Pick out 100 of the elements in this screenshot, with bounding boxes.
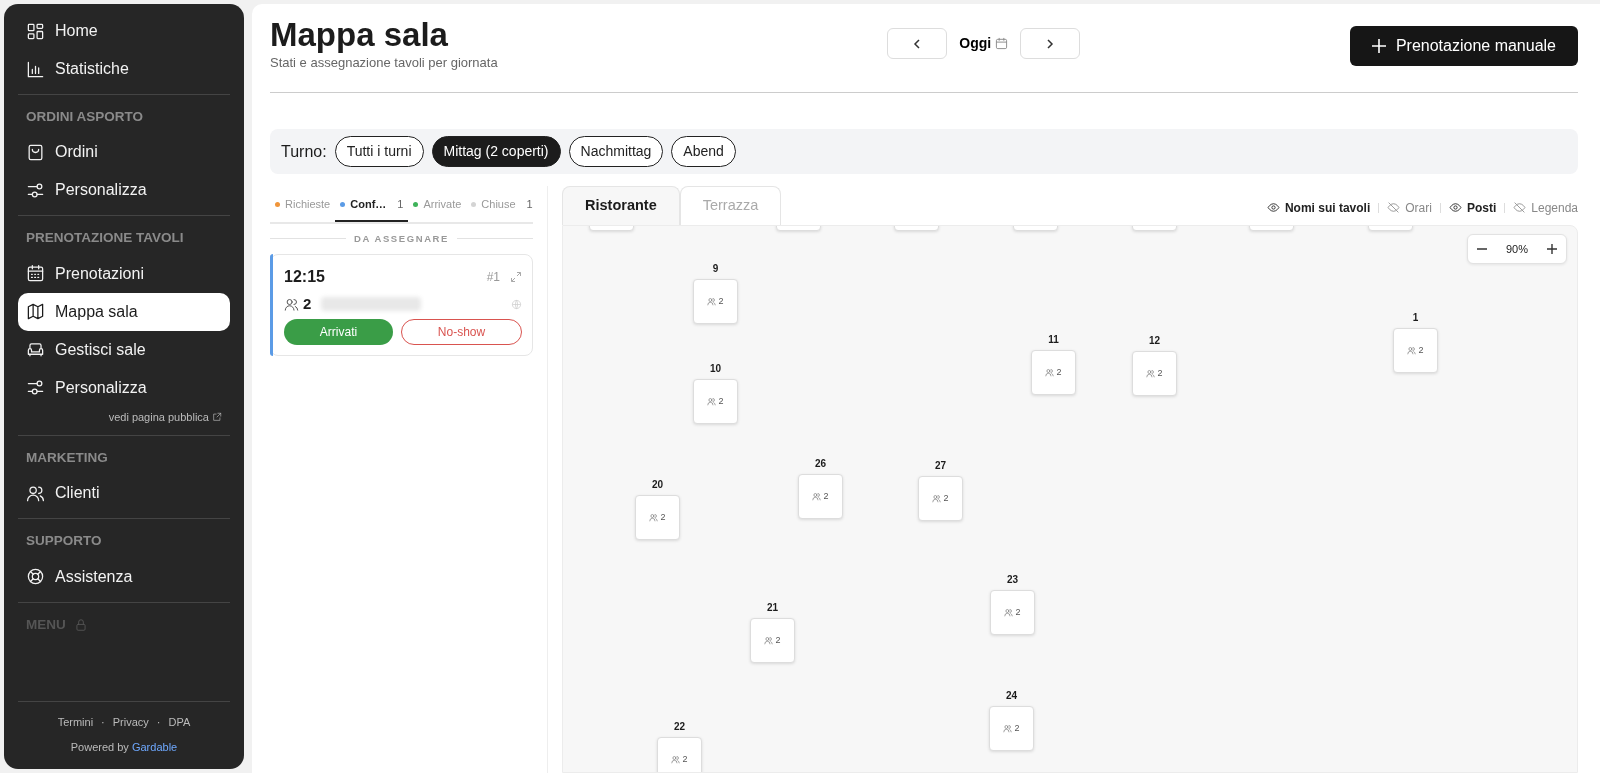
- seat-count: 2: [1157, 366, 1163, 380]
- seat-count: 2: [1418, 343, 1424, 357]
- table-number: 27: [933, 458, 948, 473]
- users-icon: [812, 491, 822, 501]
- seat-count: 2: [1056, 365, 1062, 379]
- sidebar-item[interactable]: Ordini: [18, 133, 230, 172]
- seat-count: 2: [682, 752, 688, 766]
- eye-slash-icon: [1513, 201, 1527, 215]
- users-icon: [707, 296, 717, 306]
- status-label: Chiuse: [481, 197, 516, 213]
- separator-dot: ·: [156, 716, 161, 728]
- table-number: 12: [1147, 333, 1162, 348]
- page-title: Mappa sala: [270, 18, 449, 53]
- seat-count: 2: [660, 510, 666, 524]
- table-number: 11: [1047, 332, 1060, 347]
- booking-number: #1: [486, 268, 500, 286]
- table-tile[interactable]: 2: [693, 378, 738, 424]
- view-toggle[interactable]: Nomi sui tavoli: [1266, 198, 1371, 217]
- section-title: PRENOTAZIONE TAVOLI: [26, 229, 184, 248]
- users-icon: [1407, 345, 1417, 355]
- sidebar-item[interactable]: Personalizza: [18, 368, 230, 407]
- sidebar-item[interactable]: Clienti: [18, 474, 230, 513]
- view-toggle[interactable]: Legenda: [1513, 198, 1578, 217]
- status-label: Conf…: [350, 197, 387, 213]
- view-toggle[interactable]: Posti: [1448, 198, 1497, 217]
- footer-link[interactable]: Privacy: [112, 716, 149, 728]
- table-tile[interactable]: 2: [750, 617, 795, 663]
- sidebar-item[interactable]: Assistenza: [18, 557, 230, 596]
- table-tile[interactable]: 2: [1132, 350, 1177, 396]
- external-link-icon: [212, 411, 222, 422]
- users-icon: [284, 296, 299, 312]
- section-title: SUPPORTO: [26, 532, 102, 551]
- footer-link[interactable]: DPA: [168, 716, 191, 728]
- sidebar-item[interactable]: Statistiche: [18, 50, 230, 88]
- shift-label: Turno:: [281, 141, 327, 162]
- seat-count: 2: [943, 491, 949, 505]
- table-number: 20: [650, 477, 665, 492]
- expand-icon: [510, 270, 522, 283]
- shopping-bag-icon: [26, 142, 45, 162]
- table-number: 10: [708, 361, 723, 376]
- brand-link[interactable]: Gardable: [131, 740, 178, 753]
- booking-time: 12:15: [284, 266, 325, 287]
- table-number: 9: [711, 261, 720, 276]
- table-tile[interactable]: 2: [989, 705, 1034, 751]
- eye-icon: [1448, 201, 1462, 215]
- sidebar-item[interactable]: Gestisci sale: [18, 330, 230, 369]
- seat-count: 2: [823, 489, 829, 503]
- shift-chip[interactable]: Mittag (2 coperti): [431, 136, 561, 168]
- public-page-link[interactable]: vedi pagina pubblica: [18, 406, 230, 429]
- users-icon: [649, 512, 659, 522]
- users-icon: [707, 396, 717, 406]
- status-count: 1: [397, 197, 404, 213]
- sidebar-item[interactable]: Personalizza: [18, 171, 230, 210]
- table-tile[interactable]: 2: [990, 589, 1035, 635]
- table-number: 21: [765, 600, 780, 615]
- footer-link[interactable]: Termini: [57, 716, 94, 728]
- eye-slash-icon: [1387, 201, 1401, 215]
- sliders-icon: [26, 378, 45, 397]
- zoom-level: 90%: [1504, 241, 1529, 257]
- sidebar-item[interactable]: Prenotazioni: [18, 254, 230, 293]
- grid-icon: [26, 21, 45, 41]
- separator-dot: ·: [101, 716, 105, 728]
- table-tile[interactable]: 2: [635, 494, 680, 540]
- table-tile[interactable]: 2: [693, 278, 738, 324]
- no-show-button[interactable]: No-show: [401, 319, 522, 346]
- status-count: 1: [526, 197, 533, 213]
- bar-chart-icon: [26, 59, 45, 79]
- users-icon: [1003, 723, 1013, 733]
- powered-by-text: Powered by: [70, 740, 129, 753]
- sofa-icon: [26, 340, 45, 359]
- seat-count: 2: [775, 633, 781, 647]
- shift-chip[interactable]: Tutti i turni: [334, 136, 424, 168]
- status-tab[interactable]: Chiuse 1: [466, 190, 538, 222]
- shift-chip[interactable]: Abend: [671, 136, 736, 168]
- eye-icon: [1266, 201, 1280, 215]
- status-label: Arrivate: [423, 197, 462, 213]
- calendar-icon: [26, 264, 45, 283]
- status-label: Richieste: [285, 197, 331, 213]
- section-title: MARKETING: [26, 449, 108, 467]
- table-tile[interactable]: 2: [798, 473, 843, 519]
- section-title: ORDINI ASPORTO: [26, 108, 143, 126]
- sidebar-item[interactable]: Home: [18, 12, 230, 50]
- globe-icon: [511, 298, 522, 310]
- sidebar-item[interactable]: Mappa sala: [18, 292, 230, 331]
- table-tile[interactable]: 2: [657, 736, 702, 772]
- table-tile[interactable]: 2: [918, 475, 963, 521]
- calendar-icon: [995, 37, 1009, 50]
- status-tab[interactable]: Conf… 1: [335, 190, 409, 222]
- room-tab[interactable]: Ristorante: [562, 186, 680, 225]
- table-number: 26: [813, 456, 828, 471]
- manual-booking-button[interactable]: Prenotazione manuale: [1349, 26, 1578, 66]
- table-tile[interactable]: 2: [1031, 349, 1076, 395]
- view-toggle[interactable]: Orari: [1387, 198, 1432, 217]
- plus-icon: [1371, 39, 1386, 53]
- shift-chip[interactable]: Nachmittag: [568, 136, 664, 168]
- table-number: 22: [672, 719, 687, 734]
- table-number: 1: [1411, 310, 1420, 325]
- guest-count: 2: [303, 293, 312, 314]
- seat-count: 2: [718, 294, 724, 308]
- table-tile[interactable]: 2: [1393, 327, 1438, 373]
